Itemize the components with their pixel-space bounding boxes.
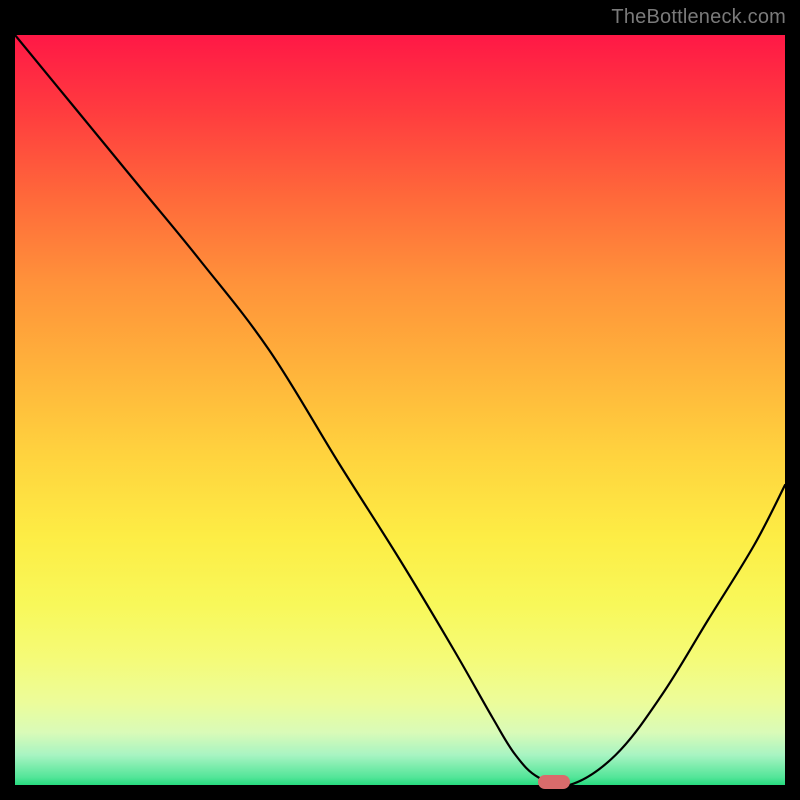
watermark-text: TheBottleneck.com: [611, 6, 786, 29]
optimal-point-marker: [538, 775, 570, 789]
bottleneck-curve: [15, 35, 785, 785]
chart-frame: [15, 35, 785, 785]
